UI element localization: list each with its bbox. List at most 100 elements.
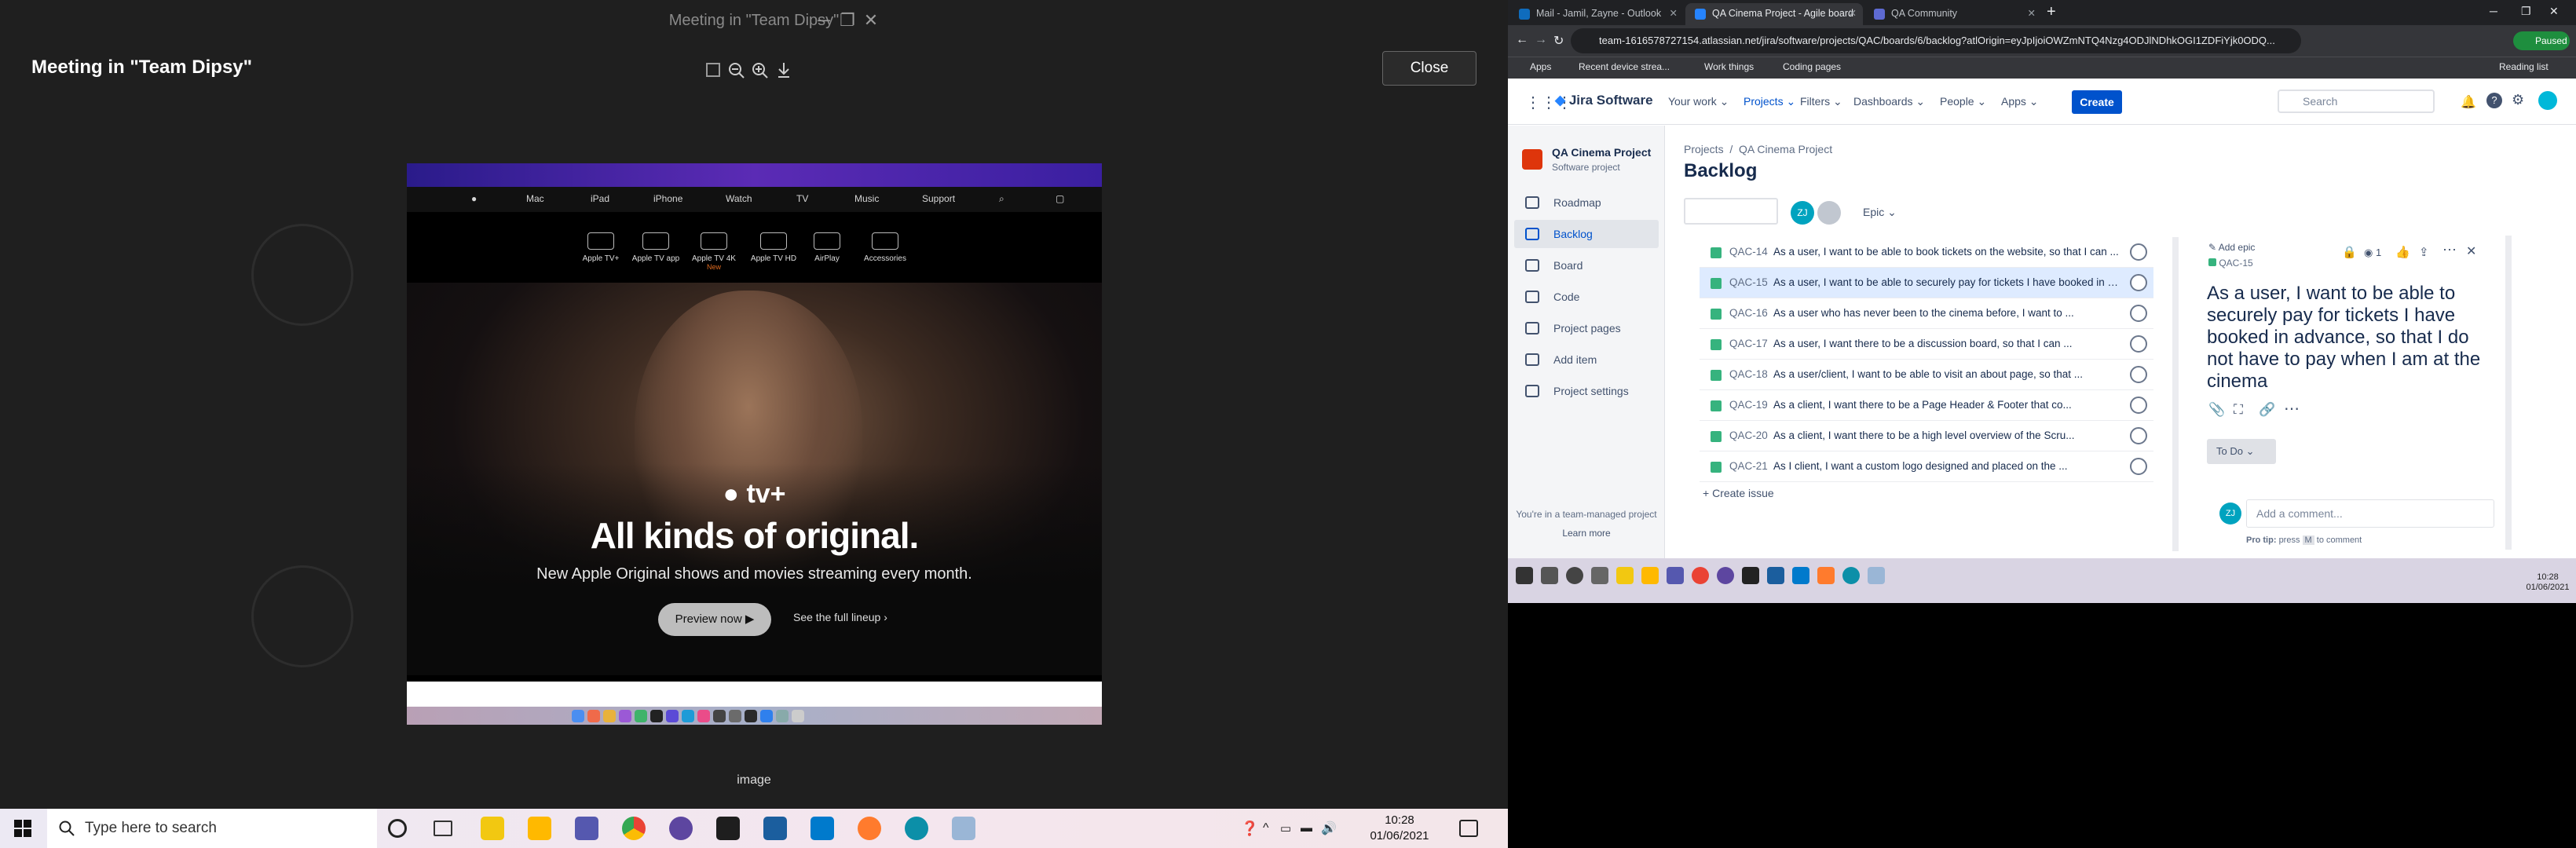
avatar[interactable] — [2538, 91, 2557, 110]
sidebar-item-roadmap[interactable]: Roadmap — [1508, 188, 1665, 217]
comment-input[interactable]: Add a comment... — [2246, 499, 2494, 528]
create-issue-button[interactable]: + Create issue — [1703, 487, 1774, 499]
list-item[interactable]: QAC-17 As a user, I want there to be a di… — [1700, 329, 2153, 360]
notifications-icon[interactable] — [1459, 820, 1478, 837]
nav-filters[interactable]: Filters ⌄ — [1800, 95, 1842, 108]
sidebar-item-project-pages[interactable]: Project pages — [1508, 314, 1665, 342]
maximize-icon[interactable]: ❐ — [2521, 5, 2531, 18]
list-item[interactable]: QAC-16 As a user who has never been to th… — [1700, 298, 2153, 329]
project-name[interactable]: QA Cinema Project — [1552, 146, 1651, 159]
file-explorer-icon[interactable] — [1641, 567, 1659, 584]
breadcrumb-project[interactable]: QA Cinema Project — [1739, 143, 1832, 155]
app-icon[interactable] — [858, 817, 881, 840]
search-icon[interactable] — [1541, 567, 1558, 584]
inner-clock[interactable]: 10:28 01/06/2021 — [2524, 572, 2571, 593]
windows-icon[interactable] — [1516, 567, 1533, 584]
terminal-icon[interactable] — [716, 817, 740, 840]
link-icon[interactable]: 🔗 — [2259, 402, 2275, 418]
child-issue-icon[interactable]: ⛶ — [2234, 402, 2243, 418]
list-item[interactable]: QAC-21 As I client, I want a custom logo … — [1700, 451, 2153, 482]
add-epic-button[interactable]: ✎ Add epic — [2208, 242, 2255, 253]
sidebar-item-board[interactable]: Board — [1508, 251, 1665, 280]
windows-icon[interactable] — [14, 820, 31, 837]
app-icon[interactable] — [669, 817, 693, 840]
app-icon[interactable] — [763, 817, 787, 840]
avatar[interactable] — [1817, 201, 1841, 225]
power-bi-icon[interactable] — [1616, 567, 1634, 584]
help-icon[interactable]: ❓ — [1241, 821, 1258, 837]
more-icon[interactable]: ⋯ — [2284, 399, 2300, 419]
more-icon[interactable]: ⋯ — [2442, 242, 2457, 258]
like-icon[interactable]: 👍 — [2395, 245, 2410, 259]
sidebar-item-backlog[interactable]: Backlog — [1514, 220, 1659, 248]
assignee-icon[interactable] — [2130, 427, 2147, 444]
epic-filter[interactable]: Epic ⌄ — [1863, 206, 1897, 219]
teams-icon[interactable] — [1667, 567, 1684, 584]
bookmark-work-things[interactable]: Work things — [1704, 61, 1754, 72]
volume-icon[interactable]: 🔊 — [1321, 821, 1337, 836]
app-icon[interactable] — [1717, 567, 1734, 584]
cortana-icon[interactable] — [388, 819, 407, 838]
nav-your-work[interactable]: Your work ⌄ — [1668, 95, 1729, 108]
forward-icon[interactable]: → — [1535, 33, 1547, 47]
task-view-icon[interactable] — [1591, 567, 1608, 584]
nav-dashboards[interactable]: Dashboards ⌄ — [1853, 95, 1925, 108]
tab-qa-community[interactable]: QA Community ✕ — [1864, 3, 2042, 25]
minimize-icon[interactable]: ─ — [810, 8, 837, 33]
close-button[interactable]: Close — [1382, 51, 1476, 86]
app-icon[interactable] — [1767, 567, 1784, 584]
learn-more-link[interactable]: Learn more — [1508, 528, 1665, 539]
watchers-icon[interactable]: ◉ 1 — [2364, 247, 2381, 259]
lock-icon[interactable]: 🔒 — [2342, 245, 2357, 259]
assignee-icon[interactable] — [2130, 274, 2147, 291]
share-icon[interactable]: ⇪ — [2419, 245, 2429, 259]
bookmark-coding-pages[interactable]: Coding pages — [1783, 61, 1841, 72]
maximize-icon[interactable]: ❐ — [834, 8, 861, 33]
edge-icon[interactable] — [1842, 567, 1860, 584]
back-icon[interactable]: ← — [1516, 33, 1528, 47]
avatar[interactable]: ZJ — [1791, 201, 1814, 225]
assignee-icon[interactable] — [2130, 243, 2147, 261]
terminal-icon[interactable] — [1742, 567, 1759, 584]
close-window-icon[interactable]: ✕ — [2549, 5, 2559, 18]
app-icon[interactable] — [1868, 567, 1885, 584]
vscode-icon[interactable] — [1792, 567, 1809, 584]
sidebar-item-add-item[interactable]: Add item — [1508, 345, 1665, 374]
help-icon[interactable]: ? — [2486, 93, 2502, 108]
settings-icon[interactable]: ⚙ — [2512, 92, 2524, 108]
nav-people[interactable]: People ⌄ — [1940, 95, 1986, 108]
breadcrumb-projects[interactable]: Projects — [1684, 143, 1724, 155]
teams-icon[interactable] — [575, 817, 598, 840]
reload-icon[interactable]: ↻ — [1553, 33, 1564, 49]
scrollbar[interactable] — [2172, 237, 2179, 551]
sidebar-item-project-settings[interactable]: Project settings — [1508, 377, 1665, 405]
taskbar-search-input[interactable]: Type here to search — [47, 809, 377, 848]
chrome-icon[interactable] — [622, 817, 646, 840]
issue-title[interactable]: As a user, I want to be able to securely… — [2207, 283, 2490, 393]
new-tab-icon[interactable]: + — [2047, 3, 2056, 21]
chrome-icon[interactable] — [1692, 567, 1709, 584]
tab-jira[interactable]: QA Cinema Project - Agile board ✕ — [1685, 3, 1863, 25]
power-bi-icon[interactable] — [481, 817, 504, 840]
list-item[interactable]: QAC-14 As a user, I want to be able to bo… — [1700, 237, 2153, 268]
notifications-icon[interactable]: 🔔 — [2461, 94, 2476, 110]
list-item[interactable]: QAC-18 As a user/client, I want to be abl… — [1700, 360, 2153, 390]
nav-projects[interactable]: Projects ⌄ — [1744, 95, 1795, 108]
scrollbar[interactable] — [2505, 236, 2512, 550]
attachment-icon[interactable]: 📎 — [2208, 402, 2225, 418]
file-explorer-icon[interactable] — [528, 817, 551, 840]
create-button[interactable]: Create — [2072, 90, 2122, 114]
address-bar[interactable]: team-1616578727154.atlassian.net/jira/so… — [1571, 28, 2301, 53]
assignee-icon[interactable] — [2130, 335, 2147, 353]
bookmark-recent-device[interactable]: Recent device strea... — [1579, 61, 1670, 72]
tab-outlook[interactable]: Mail - Jamil, Zayne - Outlook ✕ — [1509, 3, 1684, 25]
list-item[interactable]: QAC-19 As a client, I want there to be a … — [1700, 390, 2153, 421]
edge-icon[interactable] — [905, 817, 928, 840]
show-hidden-icons-icon[interactable]: ^ — [1263, 821, 1269, 835]
reading-list[interactable]: Reading list — [2499, 61, 2549, 72]
cortana-icon[interactable] — [1566, 567, 1583, 584]
close-icon[interactable]: ✕ — [2466, 243, 2476, 259]
app-icon[interactable] — [952, 817, 975, 840]
list-item[interactable]: QAC-15 As a user, I want to be able to se… — [1700, 268, 2153, 298]
nav-apps[interactable]: Apps ⌄ — [2001, 95, 2039, 108]
